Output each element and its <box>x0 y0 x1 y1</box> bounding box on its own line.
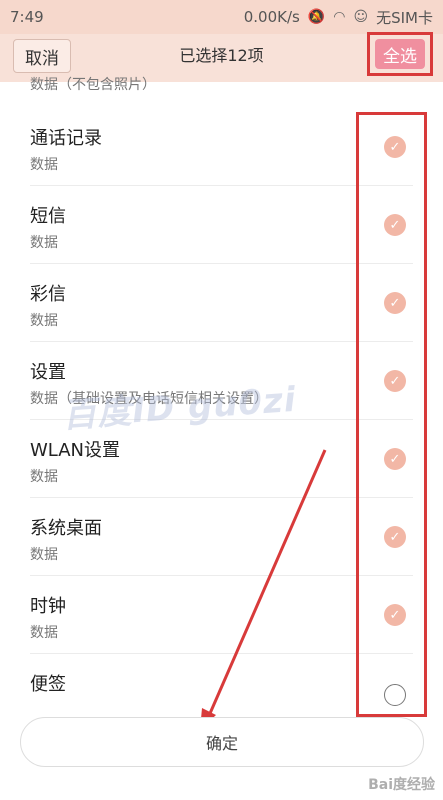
red-arrow-annotation <box>200 449 327 730</box>
baidu-watermark: Bai度经验 <box>368 777 435 793</box>
confirm-button[interactable]: 确定 <box>20 717 424 767</box>
